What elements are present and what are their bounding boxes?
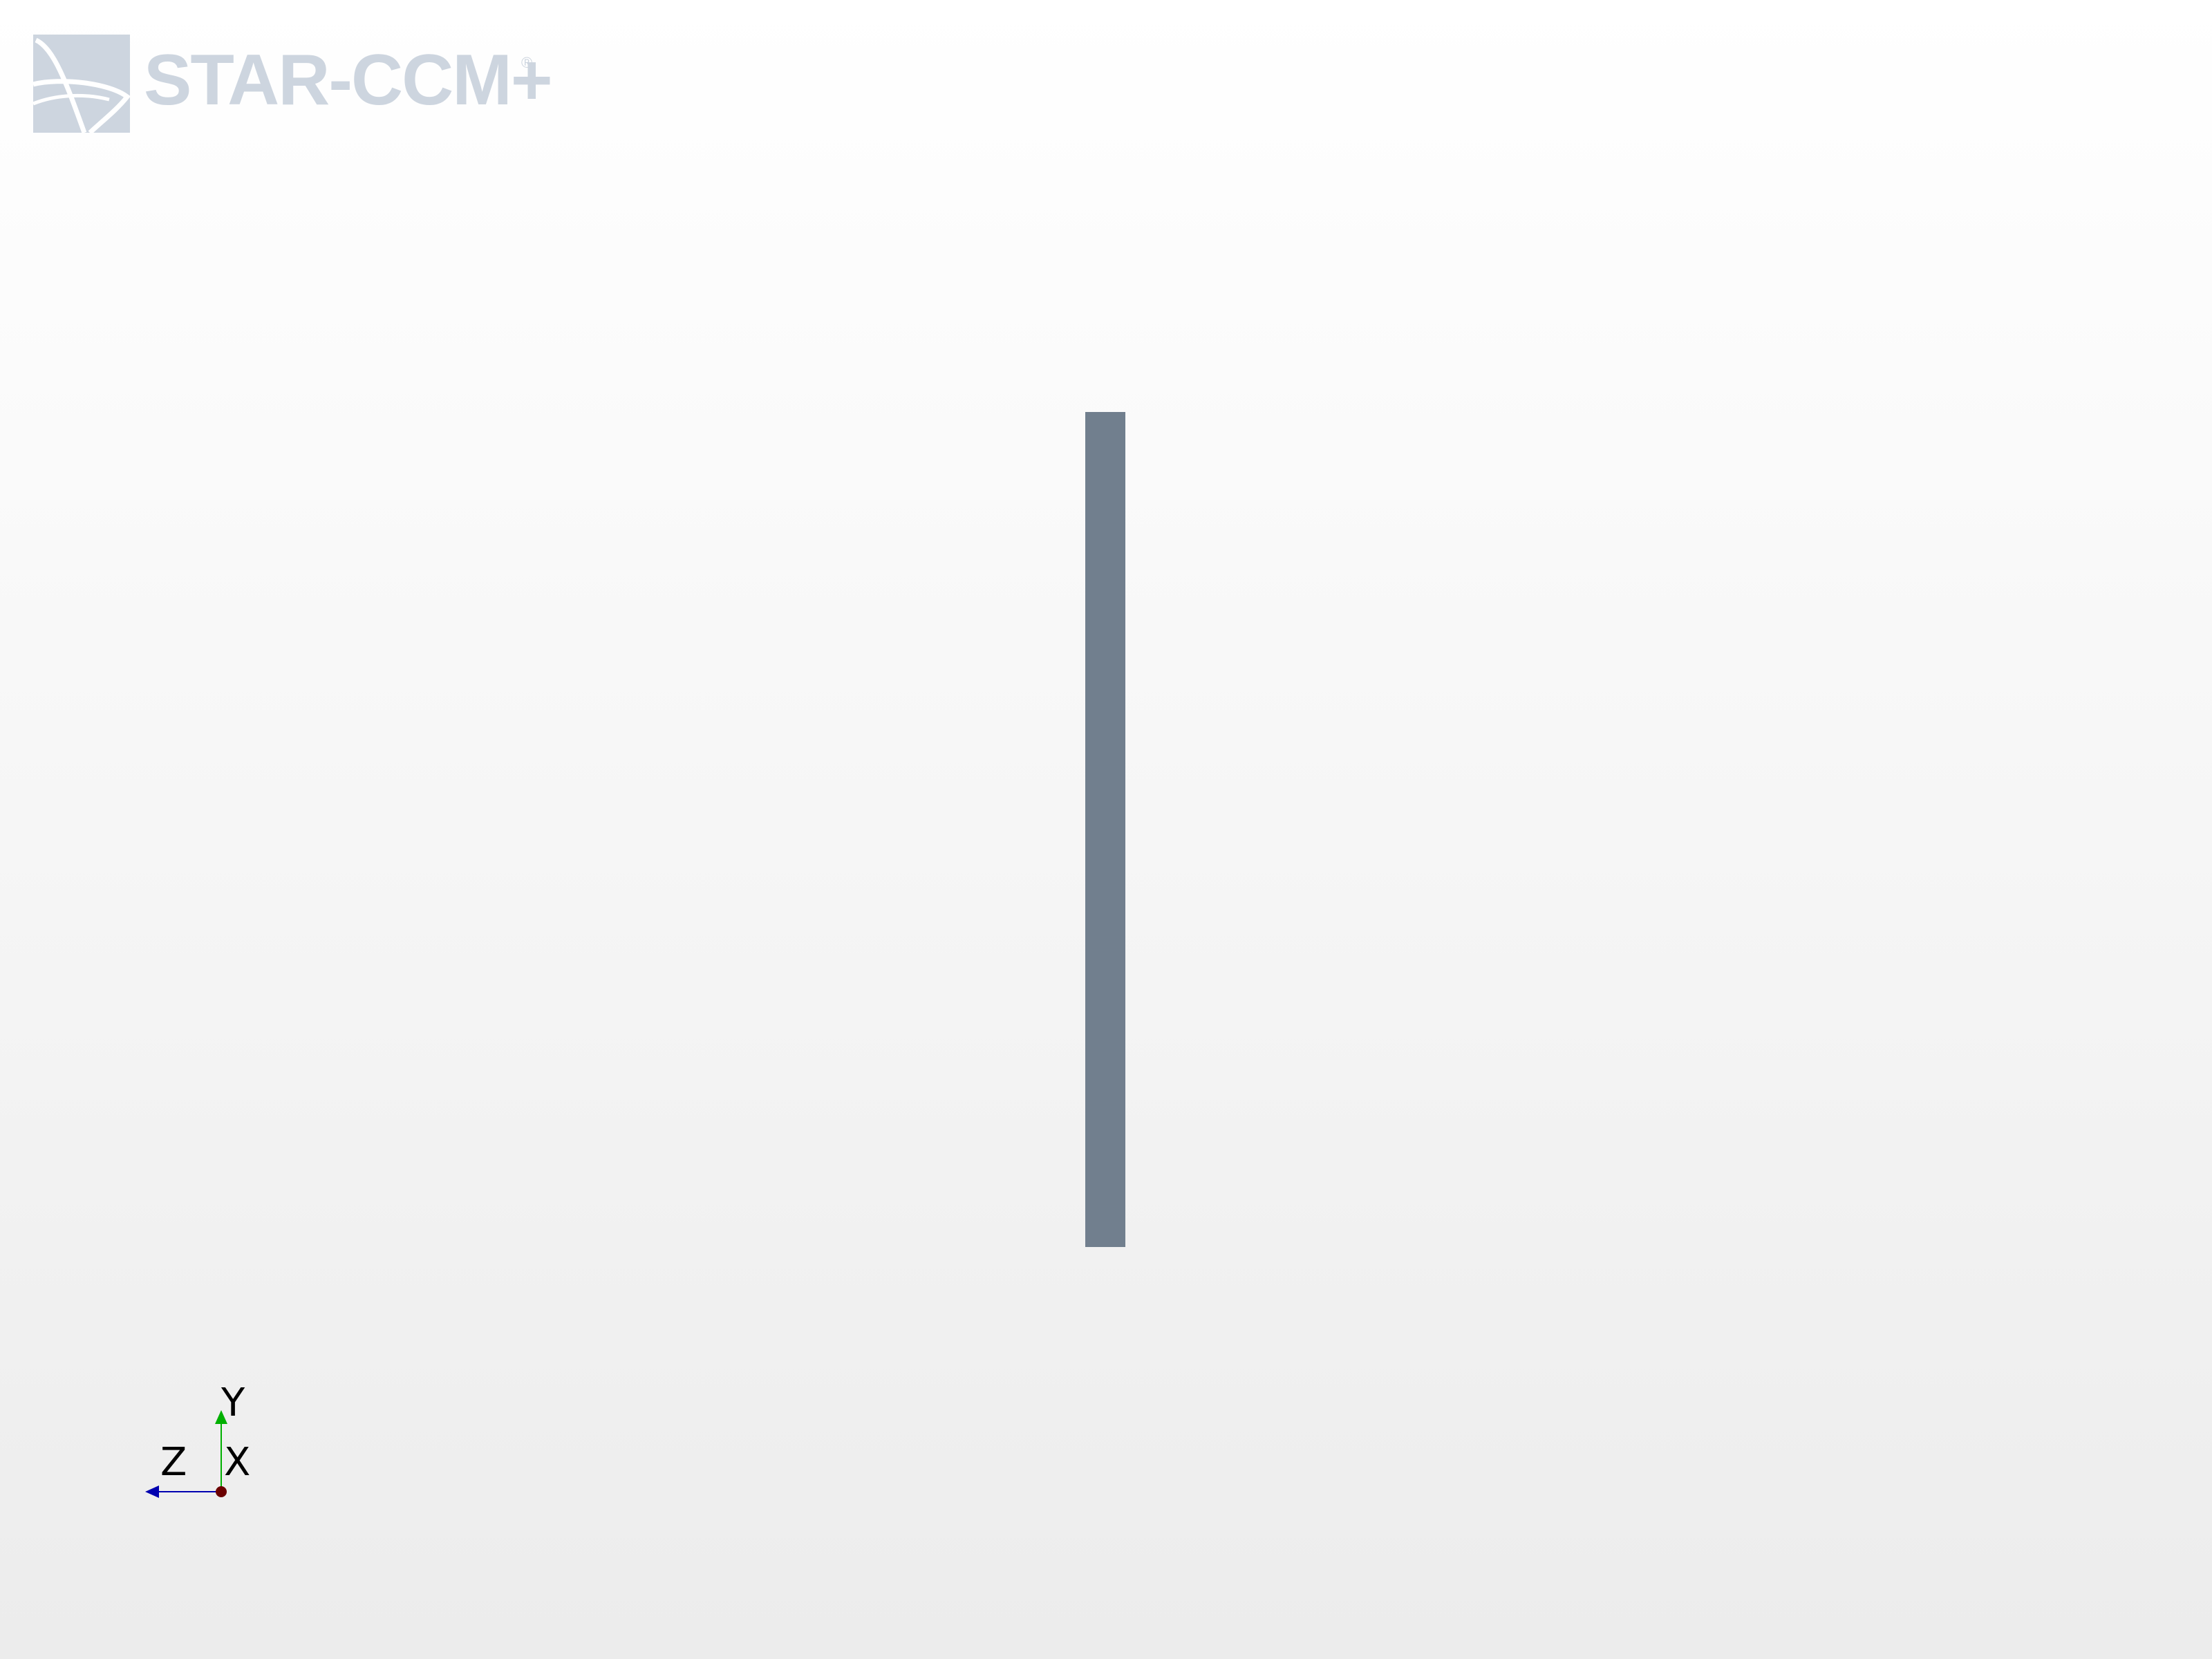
x-axis-origin [216, 1486, 227, 1497]
logo-text: STAR-CCM+ [144, 40, 553, 120]
z-axis-arrow [145, 1485, 159, 1498]
coordinate-triad: Y X Z [135, 1376, 274, 1514]
scene-viewport[interactable]: STAR-CCM+ ® Y X Z [0, 0, 2212, 1659]
triad-axes [145, 1410, 227, 1498]
x-axis-label: X [224, 1440, 251, 1485]
star-ccm-logo: STAR-CCM+ ® [33, 35, 553, 133]
registered-mark: ® [521, 54, 533, 71]
y-axis-label: Y [221, 1380, 245, 1425]
star-ccm-logo-icon [33, 35, 130, 133]
z-axis-label: Z [160, 1440, 187, 1485]
geometry-part[interactable] [1085, 412, 1125, 1247]
